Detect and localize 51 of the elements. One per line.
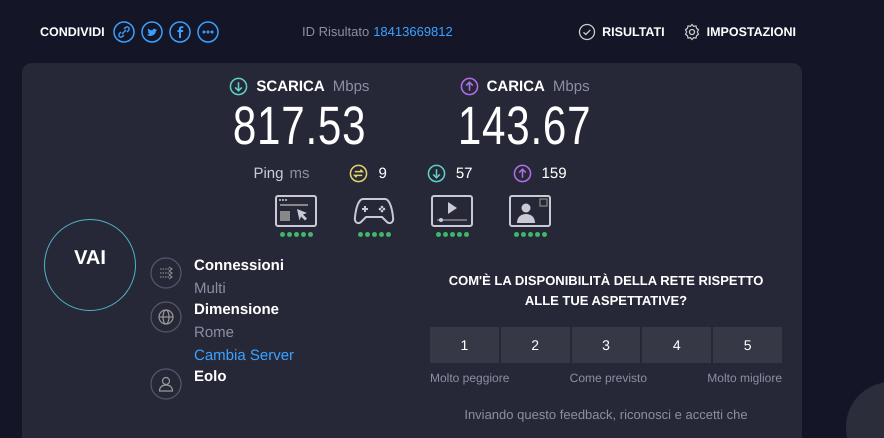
- detail-title: Eolo: [194, 368, 226, 385]
- feedback-note: Inviando questo feedback, riconosci e accetti che: [464, 407, 748, 422]
- video-player-icon: [431, 195, 473, 227]
- change-server-link[interactable]: Cambia Server: [194, 347, 294, 364]
- video-call-icon: [509, 195, 551, 227]
- results-button[interactable]: RISULTATI: [578, 22, 665, 40]
- speed-label: CARICA: [486, 78, 545, 95]
- detail-title: Dimensione: [194, 301, 280, 318]
- gamepad-icon: [353, 195, 395, 227]
- settings-button[interactable]: IMPOSTAZIONI: [682, 22, 796, 40]
- rating-option[interactable]: 3: [572, 327, 640, 363]
- check-circle-icon: [578, 22, 596, 40]
- ping-value: 159: [542, 165, 567, 182]
- globe-icon: [150, 301, 182, 333]
- ping-label: Ping: [253, 165, 284, 182]
- scale-label: Come previsto: [570, 371, 648, 385]
- link-icon[interactable]: [112, 20, 135, 42]
- detail-value: Multi: [194, 280, 227, 297]
- user-icon: [150, 368, 182, 400]
- speed-label: SCARICA: [256, 78, 325, 95]
- facebook-icon[interactable]: [168, 20, 191, 42]
- scale-label: Molto peggiore: [430, 371, 510, 385]
- unit-label: Mbps: [332, 78, 370, 95]
- survey-question: COM'È LA DISPONIBILITÀ DELLA RETE RISPETTO ALLE TUE ASPETTATIVE?: [448, 272, 764, 310]
- unit-label: Mbps: [552, 78, 590, 95]
- result-id-label: ID Risultato: [302, 24, 370, 39]
- rating-option[interactable]: 1: [430, 327, 499, 363]
- settings-icon: [682, 22, 701, 40]
- scale-label: Molto migliore: [707, 371, 782, 385]
- go-button[interactable]: VAI: [44, 219, 136, 311]
- upload-icon: [460, 77, 479, 96]
- share-label: CONDIVIDI: [40, 24, 105, 38]
- twitter-icon[interactable]: [140, 20, 163, 42]
- rating-option[interactable]: 2: [500, 327, 570, 363]
- speed-value: 817.53: [232, 96, 366, 156]
- ping-value: 9: [378, 165, 387, 182]
- connections-icon: [150, 257, 182, 289]
- more-icon[interactable]: [196, 20, 219, 42]
- ping-icon: [349, 164, 368, 183]
- download-icon: [229, 77, 248, 96]
- detail-value: Rome: [194, 324, 236, 341]
- upload-icon: [512, 164, 532, 183]
- download-icon: [426, 164, 446, 183]
- rating-option[interactable]: 5: [713, 327, 782, 363]
- browser-icon: [275, 195, 317, 227]
- unit-label: ms: [289, 165, 310, 182]
- speed-value: 143.67: [458, 96, 592, 156]
- result-id-link[interactable]: 18413669812: [373, 24, 453, 39]
- detail-title: Connessioni: [194, 257, 284, 274]
- ping-value: 57: [456, 165, 473, 182]
- rating-option[interactable]: 4: [642, 327, 712, 363]
